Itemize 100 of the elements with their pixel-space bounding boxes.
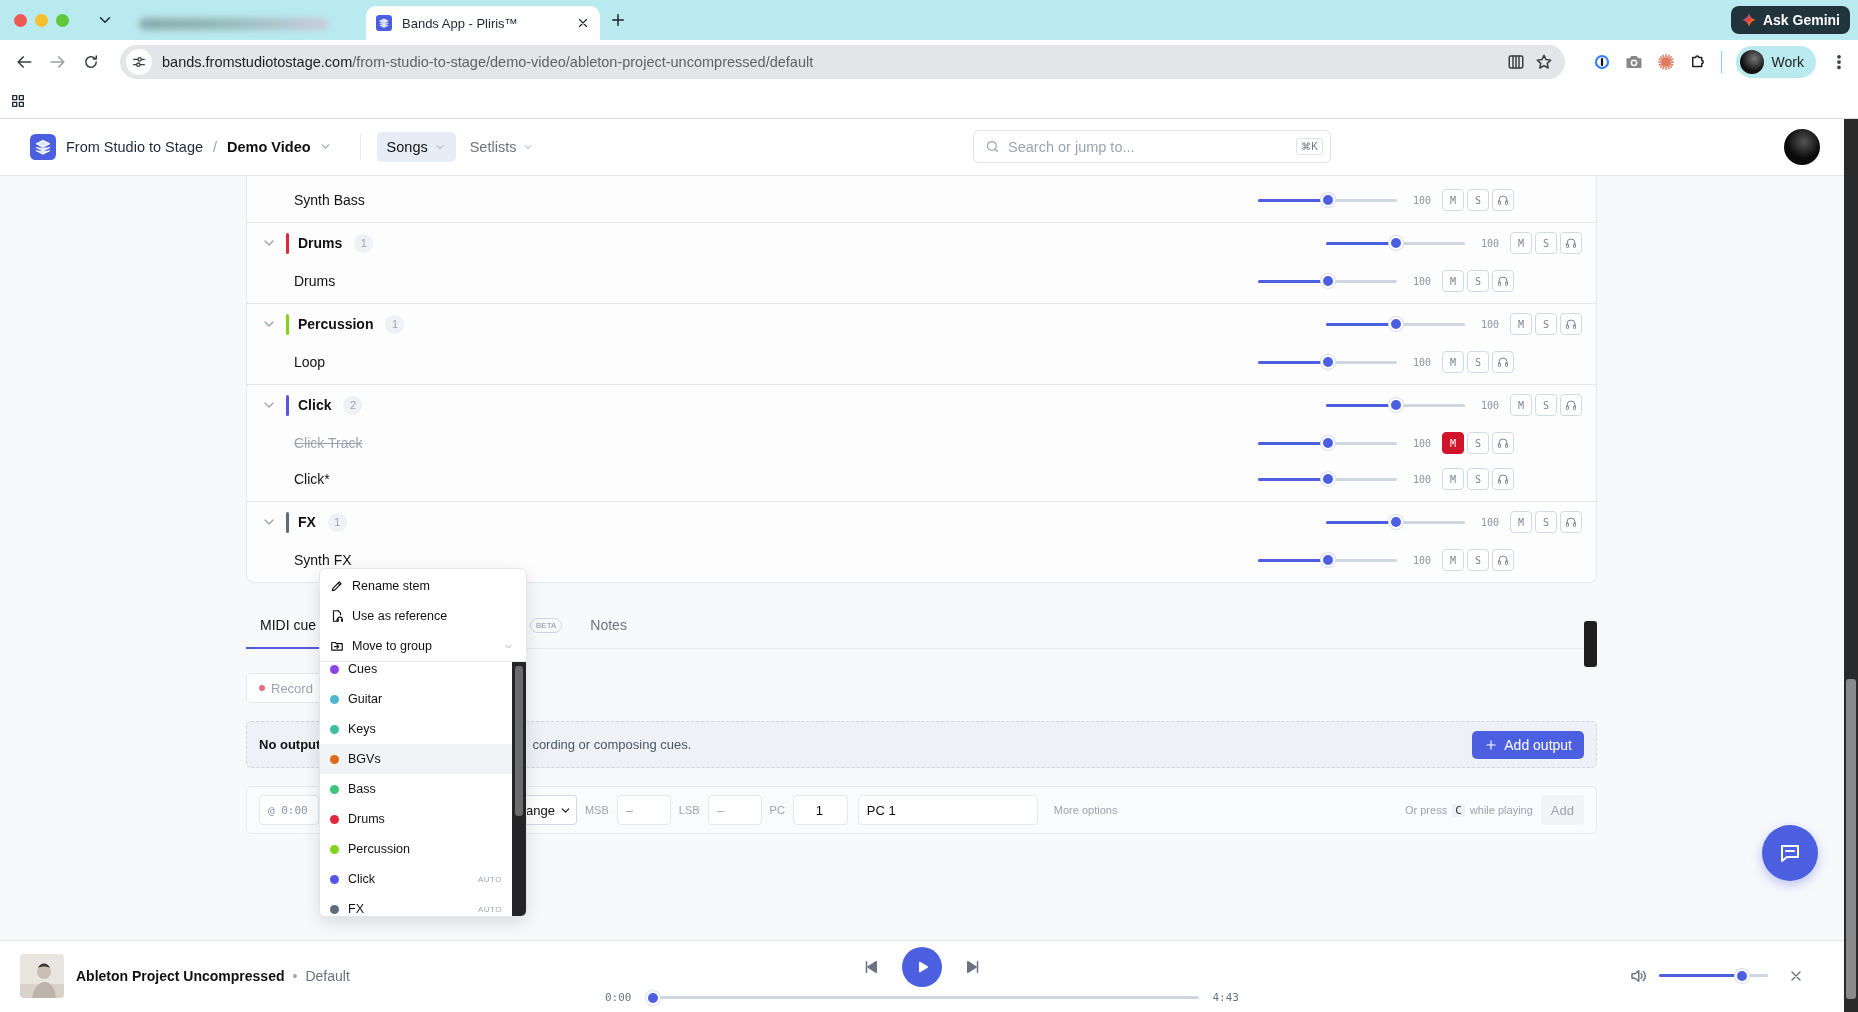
address-bar[interactable]: bands.fromstudiotostage.com/from-studio-to-stage/demo-video/ableton-project-uncompressed/default xyxy=(120,45,1565,79)
volume-slider[interactable] xyxy=(1258,355,1397,369)
group-option[interactable]: BGVs xyxy=(320,744,512,774)
group-option[interactable]: Drums xyxy=(320,804,512,834)
solo-button[interactable]: S xyxy=(1467,351,1489,373)
mute-button[interactable]: M xyxy=(1442,432,1464,454)
burst-icon[interactable] xyxy=(1656,53,1675,71)
monitor-button[interactable] xyxy=(1560,313,1582,335)
volume-slider[interactable] xyxy=(1258,436,1397,450)
group-option[interactable]: Bass xyxy=(320,774,512,804)
project-dropdown[interactable]: Demo Video xyxy=(227,138,332,155)
app-logo-icon[interactable] xyxy=(30,133,56,160)
play-button[interactable] xyxy=(902,946,942,987)
mute-button[interactable]: M xyxy=(1442,468,1464,490)
solo-button[interactable]: S xyxy=(1467,432,1489,454)
monitor-button[interactable] xyxy=(1560,232,1582,254)
mute-button[interactable]: M xyxy=(1442,549,1464,571)
stem-context-menu[interactable]: Rename stem Use as reference Move to group Cues Guitar Keys BGVs Bass Drums Percussion Click AUTO FX AUTO xyxy=(319,568,527,917)
field-label: PC xyxy=(769,804,785,816)
camera-icon[interactable] xyxy=(1624,53,1643,71)
solo-button[interactable]: S xyxy=(1535,232,1557,254)
elapsed-time: 0:00 xyxy=(605,991,632,1004)
password-manager-icon[interactable] xyxy=(1592,53,1611,71)
piano-icon[interactable] xyxy=(1506,53,1525,71)
number-field[interactable]: – xyxy=(616,795,671,825)
progress-slider[interactable] xyxy=(645,990,1199,1005)
volume-slider[interactable] xyxy=(1258,193,1397,207)
stem-name: Synth FX xyxy=(294,552,352,568)
solo-button[interactable]: S xyxy=(1467,549,1489,571)
monitor-button[interactable] xyxy=(1492,351,1514,373)
monitor-button[interactable] xyxy=(1492,189,1514,211)
solo-button[interactable]: S xyxy=(1467,189,1489,211)
mute-button[interactable]: M xyxy=(1510,511,1532,533)
site-settings-icon[interactable] xyxy=(131,54,147,70)
mute-button[interactable]: M xyxy=(1510,313,1532,335)
group-option[interactable]: Keys xyxy=(320,714,512,744)
scrollbar-thumb[interactable] xyxy=(1584,621,1597,667)
time-field[interactable]: @ 0:00 xyxy=(259,795,319,825)
volume-reading: 100 xyxy=(1411,356,1433,368)
menu-item[interactable]: Rename stem xyxy=(320,571,526,601)
monitor-button[interactable] xyxy=(1492,549,1514,571)
profile-button[interactable]: Work xyxy=(1735,46,1816,78)
solo-button[interactable]: S xyxy=(1535,511,1557,533)
monitor-button[interactable] xyxy=(1560,511,1582,533)
number-field[interactable]: 1 xyxy=(792,795,848,825)
mute-button[interactable]: M xyxy=(1442,351,1464,373)
volume-reading: 100 xyxy=(1411,275,1433,287)
apps-grid-icon[interactable] xyxy=(10,93,26,109)
headphones-icon xyxy=(1565,516,1577,528)
menu-scrollbar[interactable] xyxy=(512,662,526,916)
add-output-button[interactable]: Add output xyxy=(1472,730,1584,759)
search-icon xyxy=(985,139,1000,154)
headphones-icon xyxy=(1497,554,1509,566)
monitor-button[interactable] xyxy=(1560,394,1582,416)
browser-tab[interactable]: Bands App - Pliris™ xyxy=(366,6,600,40)
group-option[interactable]: Percussion xyxy=(320,834,512,864)
mute-button[interactable]: M xyxy=(1510,394,1532,416)
workspace-name[interactable]: From Studio to Stage xyxy=(66,138,203,155)
dot-separator: • xyxy=(292,967,298,984)
volume-slider[interactable] xyxy=(1659,968,1768,983)
close-window-button[interactable] xyxy=(14,14,27,27)
volume-reading: 100 xyxy=(1411,194,1433,206)
bookmark-star-icon[interactable] xyxy=(1534,53,1553,71)
group-option[interactable]: FX AUTO xyxy=(320,894,512,916)
solo-button[interactable]: S xyxy=(1467,468,1489,490)
monitor-button[interactable] xyxy=(1492,270,1514,292)
volume-slider[interactable] xyxy=(1326,317,1465,331)
group-option[interactable]: Click AUTO xyxy=(320,864,512,894)
mute-button[interactable]: M xyxy=(1442,189,1464,211)
address-text: bands.fromstudiotostage.com/from-studio-to-stage/demo-video/ableton-project-uncompressed/default xyxy=(162,54,815,70)
solo-button[interactable]: S xyxy=(1535,394,1557,416)
volume-slider[interactable] xyxy=(1258,274,1397,288)
monitor-button[interactable] xyxy=(1492,432,1514,454)
new-tab-icon[interactable] xyxy=(609,11,627,29)
number-field[interactable]: – xyxy=(707,795,762,825)
volume-slider[interactable] xyxy=(1258,472,1397,486)
volume-slider[interactable] xyxy=(1258,553,1397,567)
solo-button[interactable]: S xyxy=(1467,270,1489,292)
name-field[interactable]: PC 1 xyxy=(857,795,1038,825)
volume-slider[interactable] xyxy=(1326,236,1465,250)
total-time: 4:43 xyxy=(1212,991,1239,1004)
ask-gemini-button[interactable]: Ask Gemini xyxy=(1730,6,1850,34)
mute-button[interactable]: M xyxy=(1510,232,1532,254)
type-select[interactable]: ange xyxy=(526,795,577,825)
nav-tab[interactable]: Songs xyxy=(376,131,456,162)
nav-tab[interactable]: Setlists xyxy=(459,131,545,162)
user-avatar[interactable] xyxy=(1784,128,1820,165)
reload-icon[interactable] xyxy=(82,53,100,71)
solo-button[interactable]: S xyxy=(1535,313,1557,335)
shortcut-hint: Or press C while playing xyxy=(1404,803,1533,817)
volume-reading: 100 xyxy=(1479,237,1501,249)
close-icon[interactable] xyxy=(576,16,590,30)
stem-name: Synth Bass xyxy=(294,192,365,208)
monitor-button[interactable] xyxy=(1492,468,1514,490)
tab[interactable]: Notes xyxy=(576,603,641,649)
volume-slider[interactable] xyxy=(1326,398,1465,412)
page-scrollbar[interactable] xyxy=(1846,679,1856,999)
mute-button[interactable]: M xyxy=(1442,270,1464,292)
chat-button[interactable] xyxy=(1762,825,1818,881)
volume-slider[interactable] xyxy=(1326,515,1465,529)
